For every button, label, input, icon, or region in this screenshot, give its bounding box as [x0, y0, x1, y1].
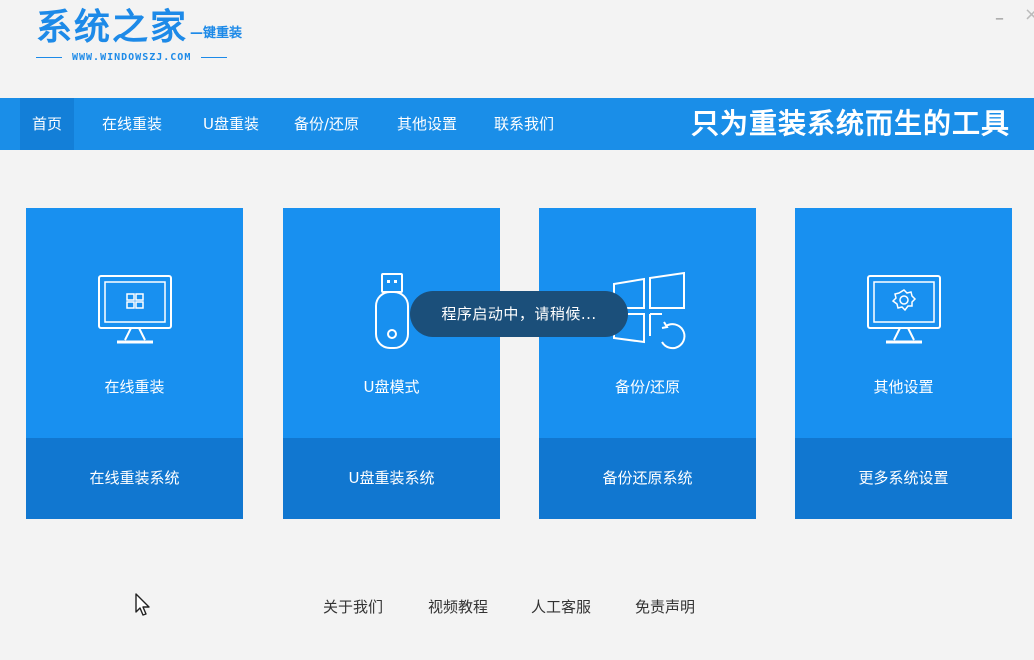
card-online-reinstall[interactable]: 在线重装 在线重装系统: [26, 208, 243, 519]
logo-divider-left: [36, 57, 62, 58]
usb-reinstall-system-button[interactable]: U盘重装系统: [283, 438, 500, 519]
logo-url-row: WWW.WINDOWSZJ.COM: [36, 52, 228, 63]
card-backup-restore[interactable]: 备份/还原 备份还原系统: [539, 208, 756, 519]
logo-title: 系统之家: [36, 7, 189, 48]
footer-link-about[interactable]: 关于我们: [323, 596, 383, 617]
slogan: 只为重装系统而生的工具: [690, 107, 1010, 140]
card-title: U盘模式: [363, 378, 420, 396]
windows-monitor-icon: [95, 270, 175, 354]
footer-link-customer-service[interactable]: 人工客服: [531, 596, 591, 617]
loading-toast: 程序启动中，请稍候...: [410, 291, 628, 337]
nav-other-settings[interactable]: 其他设置: [385, 98, 469, 150]
online-reinstall-system-button[interactable]: 在线重装系统: [26, 438, 243, 519]
mouse-cursor-icon: [134, 592, 152, 622]
app-logo: 系统之家 —键重装: [36, 6, 242, 50]
minimize-button[interactable]: –: [995, 8, 1004, 29]
nav-contact-us[interactable]: 联系我们: [482, 98, 566, 150]
nav-backup-restore[interactable]: 备份/还原: [282, 98, 371, 150]
card-title: 备份/还原: [614, 378, 681, 396]
card-title: 在线重装: [104, 378, 165, 396]
nav-usb-reinstall[interactable]: U盘重装: [191, 98, 271, 150]
footer-link-video-tutorial[interactable]: 视频教程: [428, 596, 488, 617]
card-title: 其他设置: [873, 378, 934, 396]
settings-monitor-icon: [864, 270, 944, 354]
backup-restore-system-button[interactable]: 备份还原系统: [539, 438, 756, 519]
nav-home[interactable]: 首页: [20, 98, 75, 150]
card-other-settings-top[interactable]: 其他设置: [795, 208, 1012, 438]
card-other-settings[interactable]: 其他设置 更多系统设置: [795, 208, 1012, 519]
logo-url: WWW.WINDOWSZJ.COM: [72, 52, 192, 63]
more-system-settings-button[interactable]: 更多系统设置: [795, 438, 1012, 519]
logo-divider-right: [201, 57, 228, 58]
main-nav: 首页 在线重装 U盘重装 备份/还原 其他设置 联系我们 只为重装系统而生的工具: [0, 98, 1034, 150]
card-usb-mode[interactable]: U盘模式 U盘重装系统: [283, 208, 500, 519]
card-online-reinstall-top[interactable]: 在线重装: [26, 208, 243, 438]
logo-subtitle: —键重装: [190, 26, 243, 41]
nav-online-reinstall[interactable]: 在线重装: [90, 98, 174, 150]
close-button[interactable]: ×: [1024, 4, 1034, 25]
footer-link-disclaimer[interactable]: 免责声明: [635, 596, 695, 617]
